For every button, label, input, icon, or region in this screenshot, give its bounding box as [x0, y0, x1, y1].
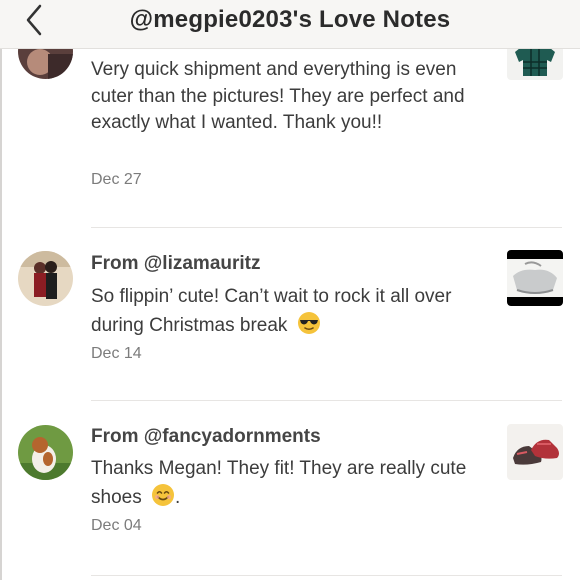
note-message: Thanks Megan! They fit! They are really …	[91, 456, 491, 515]
note-message: Very quick shipment and everything is ev…	[91, 59, 465, 133]
note-sender[interactable]: From @fancyadornments	[91, 426, 321, 448]
item-thumbnail[interactable]	[507, 424, 563, 480]
note-date: Dec 14	[91, 345, 142, 362]
note-message-text: So flippin’ cute! Can’t wait to rock it …	[91, 286, 452, 336]
sunglasses-face-emoji-icon	[297, 311, 321, 344]
divider	[91, 575, 562, 576]
note-message-text: Thanks Megan! They fit! They are really …	[91, 458, 467, 508]
page-title: @megpie0203's Love Notes	[129, 6, 451, 33]
jacket-photo-icon	[507, 250, 563, 306]
item-thumbnail[interactable]	[507, 250, 563, 306]
note-sender[interactable]: From @lizamauritz	[91, 253, 261, 275]
note-message-suffix: .	[174, 486, 181, 508]
top-bar: @megpie0203's Love Notes	[0, 0, 580, 49]
user-photo-icon	[18, 425, 73, 480]
shoes-photo-icon	[507, 424, 563, 480]
user-photo-icon	[18, 251, 73, 306]
note-message: So flippin’ cute! Can’t wait to rock it …	[91, 284, 491, 343]
note-date: Dec 04	[91, 517, 142, 534]
love-note-item: From @lizamauritz So flippin’ cute! Can’…	[0, 228, 580, 401]
note-date: Dec 27	[91, 171, 142, 188]
avatar[interactable]	[18, 425, 73, 480]
love-note-item: From @fancyadornments Thanks Megan! They…	[0, 401, 580, 580]
avatar[interactable]	[18, 251, 73, 306]
smiling-face-emoji-icon	[151, 483, 175, 516]
